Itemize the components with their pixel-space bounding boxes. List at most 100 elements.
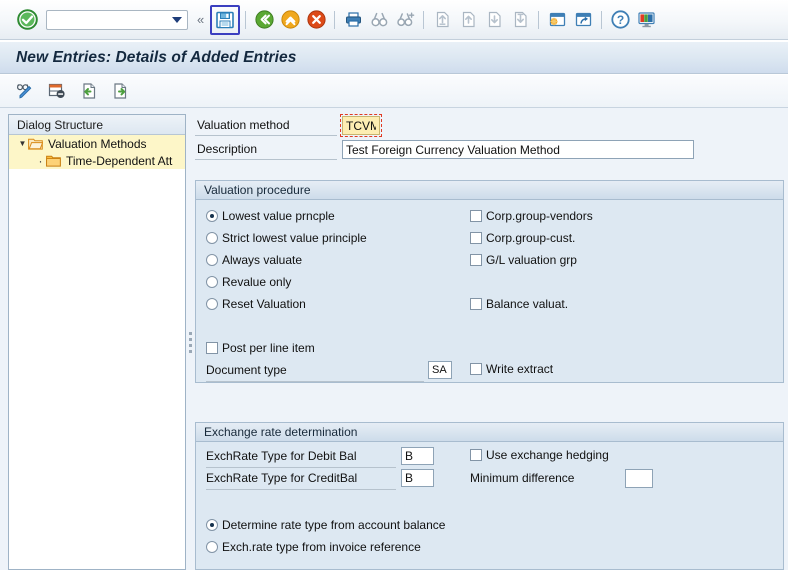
- checkbox-indicator[interactable]: [470, 210, 482, 222]
- find-next-button[interactable]: [392, 7, 418, 33]
- field-rule: [195, 159, 337, 160]
- radio-label: Determine rate type from account balance: [222, 518, 446, 532]
- valuation-method-input[interactable]: [342, 116, 380, 135]
- radio-reset-valuation[interactable]: Reset Valuation: [206, 297, 306, 311]
- tree-node-bullet-icon: ·: [38, 153, 43, 168]
- back-button[interactable]: [251, 7, 277, 33]
- double-chevron-left-icon[interactable]: «: [197, 12, 204, 27]
- tree-item-time-dependent-attributes[interactable]: · Time-Dependent Att: [9, 152, 185, 169]
- document-type-label: Document type: [206, 363, 287, 377]
- application-toolbar: [0, 75, 788, 108]
- group-header: Exchange rate determination: [196, 423, 783, 442]
- radio-indicator[interactable]: [206, 254, 218, 266]
- screen-title-bar: New Entries: Details of Added Entries: [0, 41, 788, 74]
- last-page-button[interactable]: [507, 7, 533, 33]
- radio-strict-lowest-value-principle[interactable]: Strict lowest value principle: [206, 231, 367, 245]
- checkbox-corp-group-cust[interactable]: Corp.group-cust.: [470, 231, 575, 245]
- checkbox-use-exchange-hedging[interactable]: Use exchange hedging: [470, 448, 609, 462]
- field-rule: [206, 489, 396, 490]
- checkbox-indicator[interactable]: [470, 254, 482, 266]
- checkbox-label: Write extract: [486, 362, 554, 376]
- radio-indicator[interactable]: [206, 298, 218, 310]
- save-button[interactable]: [210, 4, 241, 35]
- panel-splitter[interactable]: [186, 114, 195, 570]
- splitter-grip-icon[interactable]: [189, 331, 192, 353]
- chevron-down-icon[interactable]: [172, 16, 182, 23]
- group-title: Valuation procedure: [204, 183, 311, 197]
- radio-indicator[interactable]: [206, 519, 218, 531]
- help-button[interactable]: ?: [607, 7, 633, 33]
- document-type-input[interactable]: [428, 361, 452, 379]
- previous-page-button[interactable]: [455, 7, 481, 33]
- radio-indicator[interactable]: [206, 210, 218, 222]
- tree-item-valuation-methods[interactable]: ▼ Valuation Methods: [9, 135, 185, 152]
- radio-always-valuate[interactable]: Always valuate: [206, 253, 302, 267]
- exit-button[interactable]: [277, 7, 303, 33]
- enter-ok-icon[interactable]: [16, 9, 38, 31]
- create-shortcut-button[interactable]: [570, 7, 596, 33]
- closed-folder-icon: [46, 154, 63, 167]
- command-field[interactable]: [46, 9, 188, 30]
- radio-indicator[interactable]: [206, 276, 218, 288]
- radio-label: Revalue only: [222, 275, 292, 289]
- create-session-button[interactable]: [544, 7, 570, 33]
- group-body: Lowest value prncple Strict lowest value…: [196, 200, 783, 382]
- radio-lowest-value-principle[interactable]: Lowest value prncple: [206, 209, 335, 223]
- cancel-button[interactable]: [303, 7, 329, 33]
- exchrate-credit-input[interactable]: [401, 469, 434, 487]
- checkbox-indicator[interactable]: [470, 363, 482, 375]
- display-change-button[interactable]: [12, 78, 38, 104]
- radio-indicator[interactable]: [206, 232, 218, 244]
- checkbox-label: Post per line item: [222, 341, 315, 355]
- exchrate-debit-row: ExchRate Type for Debit Bal: [206, 447, 446, 468]
- command-input[interactable]: [51, 11, 173, 28]
- checkbox-label: G/L valuation grp: [486, 253, 577, 267]
- sap-gui-window: « ? New Entries: Details of Added Entrie…: [0, 0, 788, 570]
- exchrate-debit-input[interactable]: [401, 447, 434, 465]
- exchange-rate-determination-group: Exchange rate determination ExchRate Typ…: [195, 422, 784, 570]
- minimum-difference-row: Minimum difference: [470, 469, 690, 489]
- checkbox-balance-valuat[interactable]: Balance valuat.: [470, 297, 568, 311]
- checkbox-write-extract[interactable]: Write extract: [470, 362, 553, 376]
- checkbox-indicator[interactable]: [470, 449, 482, 461]
- checkbox-indicator[interactable]: [206, 342, 218, 354]
- main-content-area: Dialog Structure ▼ Valuation Methods · T…: [0, 108, 788, 570]
- document-type-row: Document type: [206, 361, 452, 382]
- find-button[interactable]: [366, 7, 392, 33]
- checkbox-indicator[interactable]: [470, 298, 482, 310]
- minimum-difference-label: Minimum difference: [470, 471, 575, 485]
- next-page-button[interactable]: [481, 7, 507, 33]
- next-entry-button[interactable]: [108, 78, 134, 104]
- checkbox-indicator[interactable]: [470, 232, 482, 244]
- first-page-button[interactable]: [429, 7, 455, 33]
- radio-exch-rate-type-from-invoice-reference[interactable]: Exch.rate type from invoice reference: [206, 540, 421, 554]
- minimum-difference-input[interactable]: [625, 469, 653, 488]
- open-folder-icon: [28, 137, 45, 150]
- radio-label: Lowest value prncple: [222, 209, 335, 223]
- group-title: Exchange rate determination: [204, 425, 358, 439]
- print-button[interactable]: [340, 7, 366, 33]
- page-title: New Entries: Details of Added Entries: [16, 48, 297, 66]
- checkbox-corp-group-vendors[interactable]: Corp.group-vendors: [470, 209, 593, 223]
- details-form: Valuation method Description Valuation p…: [195, 108, 788, 570]
- customize-layout-button[interactable]: [633, 7, 659, 33]
- valuation-procedure-group: Valuation procedure Lowest value prncple…: [195, 180, 784, 383]
- checkbox-post-per-line-item[interactable]: Post per line item: [206, 341, 315, 355]
- description-row: Description: [195, 140, 715, 160]
- exchrate-credit-row: ExchRate Type for CreditBal: [206, 469, 446, 490]
- previous-entry-button[interactable]: [76, 78, 102, 104]
- radio-revalue-only[interactable]: Revalue only: [206, 275, 291, 289]
- description-input[interactable]: [342, 140, 694, 159]
- valuation-method-row: Valuation method: [195, 114, 715, 137]
- radio-indicator[interactable]: [206, 541, 218, 553]
- radio-determine-rate-type-from-account-balance[interactable]: Determine rate type from account balance: [206, 518, 445, 532]
- delete-entry-button[interactable]: [44, 78, 70, 104]
- checkbox-gl-valuation-grp[interactable]: G/L valuation grp: [470, 253, 577, 267]
- valuation-method-label: Valuation method: [197, 118, 290, 132]
- toolbar-separator: [538, 10, 540, 29]
- exchrate-credit-label: ExchRate Type for CreditBal: [206, 471, 358, 485]
- exchrate-debit-label: ExchRate Type for Debit Bal: [206, 449, 357, 463]
- expand-collapse-arrow-icon[interactable]: ▼: [17, 139, 28, 148]
- field-rule: [206, 381, 424, 382]
- toolbar-separator: [245, 10, 247, 29]
